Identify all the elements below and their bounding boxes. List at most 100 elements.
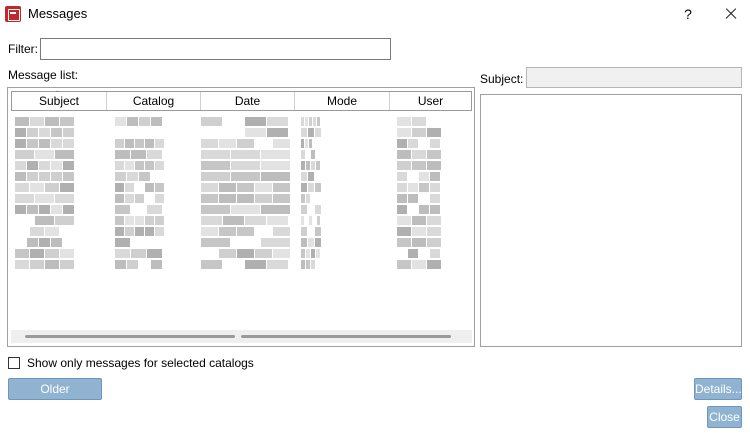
redacted-cell bbox=[45, 117, 59, 126]
redacted-cell bbox=[273, 183, 290, 192]
redacted-cell bbox=[419, 205, 429, 214]
redacted-cell bbox=[408, 183, 418, 192]
redacted-cell bbox=[412, 227, 426, 236]
redacted-cell bbox=[397, 194, 407, 203]
redacted-cell bbox=[27, 172, 38, 181]
column-header-catalog[interactable]: Catalog bbox=[107, 92, 201, 110]
redacted-cell bbox=[408, 194, 418, 203]
redacted-cell bbox=[237, 194, 254, 203]
column-header-subject[interactable]: ˇ Subject bbox=[12, 91, 107, 110]
older-messages-button[interactable]: Older messages... bbox=[8, 378, 102, 416]
redacted-cell bbox=[55, 150, 74, 159]
horizontal-scrollbar[interactable] bbox=[11, 330, 472, 343]
redacted-cell bbox=[301, 128, 307, 137]
scrollbar-thumb[interactable] bbox=[25, 335, 235, 338]
redacted-cell bbox=[60, 183, 74, 192]
redacted-cell bbox=[115, 205, 130, 214]
redacted-cell bbox=[201, 238, 230, 247]
close-icon[interactable] bbox=[716, 3, 746, 25]
redacted-cell bbox=[145, 183, 154, 192]
redacted-cell bbox=[15, 172, 26, 181]
redacted-cell bbox=[30, 183, 44, 192]
redacted-cell bbox=[201, 194, 218, 203]
redacted-cell bbox=[412, 260, 426, 269]
redacted-cell bbox=[125, 227, 134, 236]
message-preview-pane[interactable] bbox=[480, 94, 742, 347]
redacted-cell bbox=[308, 128, 314, 137]
redacted-cell bbox=[15, 139, 26, 148]
column-header-mode[interactable]: Mode bbox=[295, 92, 390, 110]
close-button[interactable]: Close bbox=[707, 406, 742, 428]
redacted-cell bbox=[51, 238, 62, 247]
selected-catalogs-checkbox[interactable] bbox=[8, 357, 20, 369]
redacted-cell bbox=[311, 161, 315, 170]
redacted-cell bbox=[255, 249, 272, 258]
redacted-cell bbox=[412, 117, 426, 126]
redacted-cell bbox=[315, 128, 321, 137]
redacted-cell bbox=[155, 183, 164, 192]
message-list-label: Message list: bbox=[8, 68, 79, 82]
redacted-cell bbox=[245, 216, 266, 225]
redacted-cell bbox=[201, 161, 230, 170]
redacted-cell bbox=[397, 117, 411, 126]
details-button[interactable]: Details... bbox=[694, 378, 742, 400]
redacted-cell bbox=[306, 194, 310, 203]
redacted-cell bbox=[301, 139, 304, 148]
redacted-cell bbox=[35, 216, 54, 225]
redacted-cell bbox=[427, 238, 441, 247]
redacted-cell bbox=[311, 260, 315, 269]
redacted-cell bbox=[125, 161, 134, 170]
redacted-cell bbox=[155, 216, 164, 225]
redacted-cell bbox=[125, 194, 134, 203]
redacted-cell bbox=[27, 238, 38, 247]
redacted-cell bbox=[127, 117, 138, 126]
message-list[interactable]: ˇ Subject Catalog Date Mode User bbox=[7, 87, 475, 347]
redacted-cell bbox=[201, 172, 230, 181]
scrollbar-thumb[interactable] bbox=[241, 335, 451, 338]
redacted-cell bbox=[430, 249, 440, 258]
redacted-cell bbox=[301, 117, 304, 126]
redacted-cell bbox=[306, 161, 310, 170]
help-button[interactable]: ? bbox=[676, 3, 700, 25]
redacted-cell bbox=[45, 260, 59, 269]
redacted-cell bbox=[15, 150, 34, 159]
redacted-cell bbox=[51, 161, 62, 170]
redacted-cell bbox=[301, 161, 305, 170]
redacted-cell bbox=[63, 172, 74, 181]
redacted-cell bbox=[201, 205, 230, 214]
column-header-date[interactable]: Date bbox=[201, 92, 295, 110]
redacted-cell bbox=[255, 183, 272, 192]
redacted-cell bbox=[267, 216, 288, 225]
redacted-cell bbox=[267, 128, 288, 137]
redacted-cell bbox=[305, 117, 308, 126]
redacted-cell bbox=[397, 205, 407, 214]
redacted-cell bbox=[139, 172, 150, 181]
redacted-cell bbox=[201, 260, 222, 269]
redacted-cell bbox=[39, 205, 50, 214]
redacted-cell bbox=[261, 205, 290, 214]
selected-catalogs-label: Show only messages for selected catalogs bbox=[27, 356, 254, 370]
redacted-cell bbox=[237, 227, 254, 236]
redacted-cell bbox=[427, 150, 441, 159]
redacted-cell bbox=[131, 249, 146, 258]
redacted-cell bbox=[237, 249, 254, 258]
redacted-cell bbox=[60, 117, 74, 126]
redacted-cell bbox=[145, 161, 154, 170]
column-header-user[interactable]: User bbox=[390, 92, 471, 110]
redacted-cell bbox=[151, 117, 162, 126]
redacted-cell bbox=[427, 227, 441, 236]
redacted-cell bbox=[115, 161, 124, 170]
redacted-cell bbox=[39, 128, 50, 137]
window-title: Messages bbox=[28, 6, 88, 21]
redacted-cell bbox=[147, 150, 162, 159]
redacted-cell bbox=[15, 249, 29, 258]
redacted-cell bbox=[135, 194, 144, 203]
redacted-cell bbox=[267, 117, 288, 126]
redacted-cell bbox=[27, 128, 38, 137]
redacted-cell bbox=[237, 139, 254, 148]
redacted-cell bbox=[125, 183, 134, 192]
filter-input[interactable] bbox=[40, 38, 391, 60]
redacted-cell bbox=[131, 150, 146, 159]
redacted-cell bbox=[63, 205, 74, 214]
redacted-cell bbox=[30, 227, 44, 236]
